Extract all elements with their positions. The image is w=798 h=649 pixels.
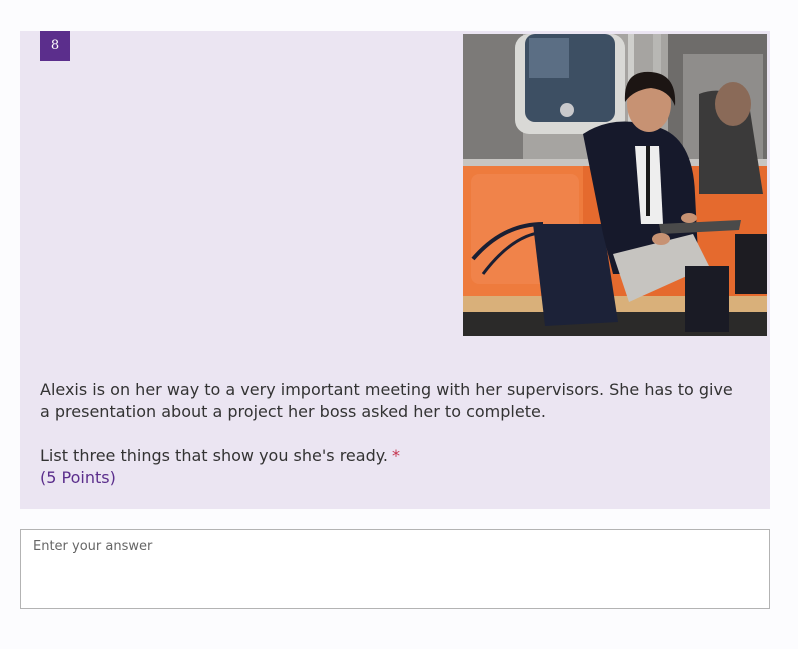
question-description: Alexis is on her way to a very important… — [40, 380, 733, 421]
answer-input[interactable] — [21, 530, 769, 608]
question-text: Alexis is on her way to a very important… — [40, 379, 740, 489]
question-points: (5 Points) — [40, 468, 116, 487]
subway-photo-illustration — [463, 34, 767, 336]
form-page: 8 Alexis is on her way to a very importa… — [0, 0, 798, 649]
question-prompt: List three things that show you she's re… — [40, 446, 388, 465]
required-asterisk: * — [392, 446, 400, 465]
question-card: 8 Alexis is on her way to a very importa… — [20, 31, 770, 509]
question-number-badge: 8 — [40, 31, 70, 61]
question-image — [463, 34, 767, 336]
answer-field-container — [20, 529, 770, 609]
question-prompt-line: List three things that show you she's re… — [40, 445, 740, 467]
